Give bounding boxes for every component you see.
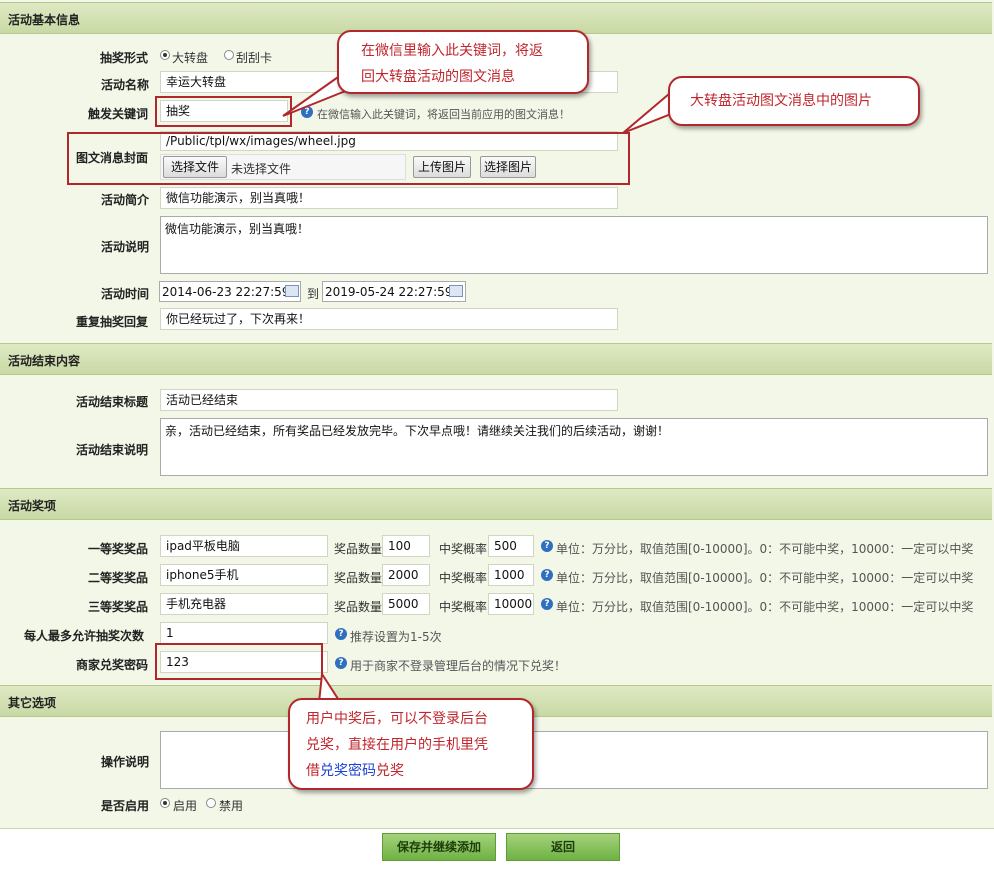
cover-callout: 大转盘活动图文消息中的图片: [668, 76, 920, 126]
callout-line: 借兑奖密码兑奖: [306, 758, 404, 784]
callout-line: 回大转盘活动的图文消息: [361, 69, 515, 85]
callout-line: 在微信里输入此关键词，将返: [361, 43, 543, 59]
callout-text: 兑奖: [376, 763, 404, 779]
activity-form-page: 活动基本信息 抽奖形式 大转盘 刮刮卡 活动名称 幸运大转盘 触发关键词 抽奖 …: [0, 0, 994, 869]
callout-line: 大转盘活动图文消息中的图片: [690, 93, 872, 109]
callout-text: 借: [306, 763, 320, 779]
callout-line: 兑奖，直接在用户的手机里凭: [306, 737, 488, 753]
keyword-callout: 在微信里输入此关键词，将返 回大转盘活动的图文消息: [337, 30, 589, 94]
redeem-password-link: 兑奖密码: [320, 763, 376, 779]
password-callout: 用户中奖后，可以不登录后台 兑奖，直接在用户的手机里凭 借兑奖密码兑奖: [288, 698, 534, 790]
callout-line: 用户中奖后，可以不登录后台: [306, 711, 488, 727]
